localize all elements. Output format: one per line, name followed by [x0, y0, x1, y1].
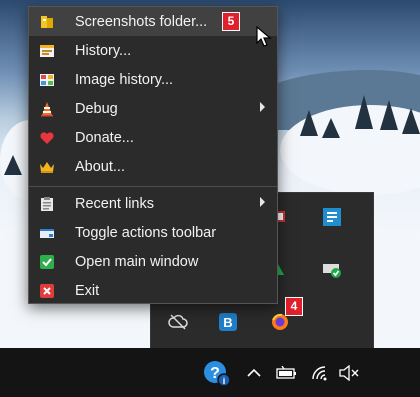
folder-icon	[38, 13, 56, 31]
menu-item-donate[interactable]: Donate...	[29, 123, 277, 152]
crown-icon	[38, 158, 56, 176]
battery-icon[interactable]	[272, 348, 302, 397]
exit-icon	[38, 282, 56, 300]
cone-icon	[38, 100, 56, 118]
menu-item-recent-links[interactable]: Recent links	[29, 189, 277, 218]
context-menu: Screenshots folder... 5 History... Image…	[28, 6, 278, 304]
menu-item-label: Donate...	[75, 129, 134, 146]
menu-item-label: About...	[75, 158, 125, 175]
sync-check-tray-icon[interactable]	[321, 259, 343, 281]
tray-count-badge: 4	[285, 297, 303, 316]
volume-muted-icon[interactable]	[334, 348, 364, 397]
menu-item-label: Image history...	[75, 71, 174, 88]
toolbar-icon	[38, 224, 56, 242]
menu-item-history[interactable]: History...	[29, 36, 277, 65]
menu-item-label: Open main window	[75, 253, 199, 270]
heart-icon	[38, 129, 56, 147]
menu-item-label: History...	[75, 42, 132, 59]
network-map-tray-icon[interactable]	[321, 206, 343, 228]
taskbar: ? i	[0, 348, 420, 397]
mouse-cursor-icon	[256, 25, 272, 53]
notification-badge: 5	[222, 12, 240, 31]
menu-item-label: Debug	[75, 100, 118, 117]
menu-item-screenshots-folder[interactable]: Screenshots folder... 5	[29, 7, 277, 36]
b-app-tray-icon[interactable]: B	[217, 311, 239, 333]
menu-item-toggle-actions-toolbar[interactable]: Toggle actions toolbar	[29, 218, 277, 247]
checkmark-icon	[38, 253, 56, 271]
show-hidden-icons-chevron-icon[interactable]	[242, 348, 266, 397]
menu-item-image-history[interactable]: Image history...	[29, 65, 277, 94]
svg-text:i: i	[223, 376, 226, 386]
clipboard-icon	[38, 195, 56, 213]
menu-item-about[interactable]: About...	[29, 152, 277, 181]
svg-text:B: B	[223, 315, 232, 330]
menu-item-label: Screenshots folder...	[75, 13, 208, 30]
menu-item-exit[interactable]: Exit	[29, 276, 277, 305]
menu-item-label: Recent links	[75, 195, 154, 212]
menu-item-open-main-window[interactable]: Open main window	[29, 247, 277, 276]
menu-item-label: Toggle actions toolbar	[75, 224, 217, 241]
submenu-chevron-icon	[260, 197, 265, 207]
menu-item-debug[interactable]: Debug	[29, 94, 277, 123]
wifi-icon[interactable]	[306, 348, 334, 397]
menu-separator	[29, 186, 277, 187]
cloud-offline-tray-icon[interactable]	[167, 311, 189, 333]
image-history-icon	[38, 71, 56, 89]
menu-item-label: Exit	[75, 282, 100, 299]
history-icon	[38, 42, 56, 60]
sharex-tray-icon[interactable]: ? i	[198, 348, 236, 397]
submenu-chevron-icon	[260, 102, 265, 112]
